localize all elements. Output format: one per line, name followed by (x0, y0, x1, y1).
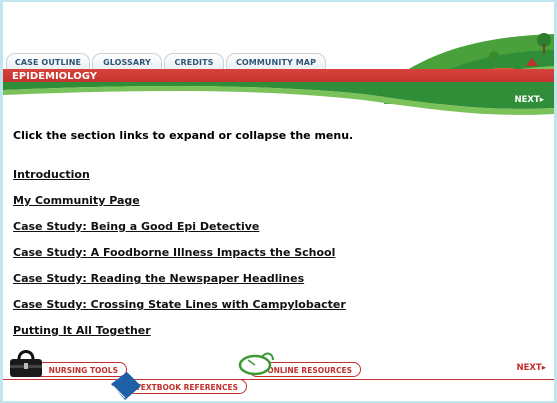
menu-link-putting-it-together[interactable]: Putting It All Together (13, 324, 151, 337)
menu-link-campylobacter[interactable]: Case Study: Crossing State Lines with Ca… (13, 298, 346, 311)
header-wave-decoration (3, 82, 554, 115)
footer-divider (3, 379, 554, 380)
menu-link-foodborne-illness[interactable]: Case Study: A Foodborne Illness Impacts … (13, 246, 335, 259)
toolbag-icon (10, 350, 42, 377)
computer-mouse-icon (238, 352, 274, 376)
instructions-text: Click the section links to expand or col… (13, 129, 354, 142)
app-frame: CASE OUTLINE GLOSSARY CREDITS COMMUNITY … (0, 0, 557, 403)
menu-link-introduction[interactable]: Introduction (13, 168, 90, 181)
menu-link-my-community-page[interactable]: My Community Page (13, 194, 140, 207)
book-icon (111, 372, 141, 400)
menu-link-newspaper-headlines[interactable]: Case Study: Reading the Newspaper Headli… (13, 272, 304, 285)
content-page: CASE OUTLINE GLOSSARY CREDITS COMMUNITY … (3, 2, 554, 401)
next-button-bottom[interactable]: NEXT▸ (516, 363, 546, 373)
next-button-top[interactable]: NEXT▸ (514, 95, 544, 105)
menu-link-epi-detective[interactable]: Case Study: Being a Good Epi Detective (13, 220, 259, 233)
textbook-references-button[interactable]: TEXTBOOK REFERENCES (127, 379, 247, 394)
